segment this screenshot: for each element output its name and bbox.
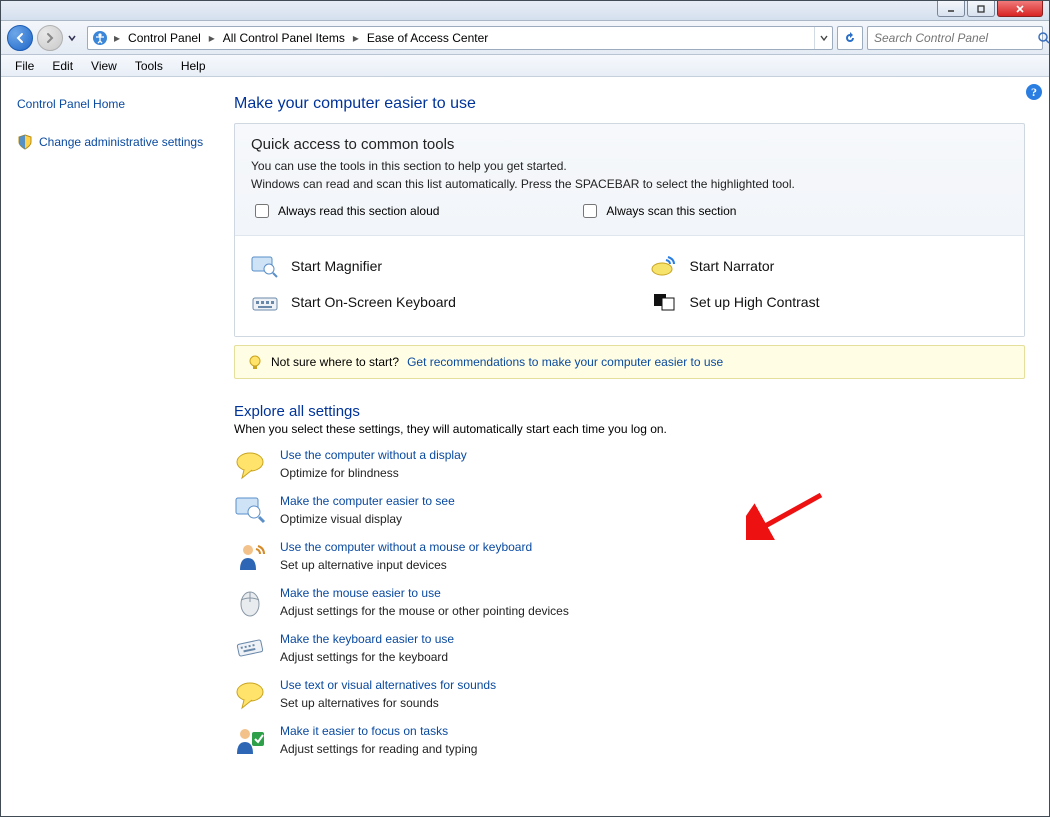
speech-bubble-icon — [234, 448, 266, 480]
person-checklist-icon — [234, 724, 266, 756]
setting-mouse-easier-desc: Adjust settings for the mouse or other p… — [280, 604, 569, 618]
setting-keyboard-easier-desc: Adjust settings for the keyboard — [280, 650, 454, 664]
help-icon[interactable]: ? — [1025, 83, 1043, 101]
menu-edit[interactable]: Edit — [44, 57, 81, 75]
close-button[interactable] — [997, 1, 1043, 17]
tool-start-osk[interactable]: Start On-Screen Keyboard — [251, 290, 610, 314]
setting-focus-tasks: Make it easier to focus on tasks Adjust … — [234, 724, 1025, 756]
setting-no-mouse-keyboard-link[interactable]: Use the computer without a mouse or keyb… — [280, 540, 532, 554]
breadcrumb-segment-0[interactable]: Control Panel — [122, 27, 207, 49]
setting-sound-alternatives: Use text or visual alternatives for soun… — [234, 678, 1025, 710]
keyboard-tilted-icon — [234, 632, 266, 664]
explore-heading: Explore all settings — [234, 403, 1025, 420]
address-dropdown-icon[interactable] — [814, 27, 832, 49]
mouse-icon — [234, 586, 266, 618]
sidebar-control-panel-home[interactable]: Control Panel Home — [17, 91, 206, 117]
setting-no-mouse-keyboard: Use the computer without a mouse or keyb… — [234, 540, 1025, 572]
control-panel-window: ▸ Control Panel ▸ All Control Panel Item… — [0, 0, 1050, 817]
setting-keyboard-easier-link[interactable]: Make the keyboard easier to use — [280, 632, 454, 646]
quick-access-heading: Quick access to common tools — [251, 136, 1008, 153]
svg-text:?: ? — [1031, 85, 1037, 99]
setting-mouse-easier-link[interactable]: Make the mouse easier to use — [280, 586, 569, 600]
quick-access-panel: Quick access to common tools You can use… — [234, 123, 1025, 337]
quick-access-line1: You can use the tools in this section to… — [251, 159, 1008, 173]
menu-file[interactable]: File — [7, 57, 42, 75]
setting-focus-tasks-desc: Adjust settings for reading and typing — [280, 742, 477, 756]
magnifier-screen-icon — [234, 494, 266, 526]
magnifier-icon — [251, 254, 279, 278]
refresh-button[interactable] — [837, 26, 863, 50]
quick-access-line2: Windows can read and scan this list auto… — [251, 177, 1008, 191]
settings-list: Use the computer without a display Optim… — [234, 448, 1025, 756]
speech-bubble-alt-icon — [234, 678, 266, 710]
narrator-icon — [650, 254, 678, 278]
tool-start-narrator[interactable]: Start Narrator — [650, 254, 1009, 278]
search-input[interactable] — [868, 31, 1037, 45]
menu-bar: File Edit View Tools Help — [1, 55, 1049, 77]
address-bar[interactable]: ▸ Control Panel ▸ All Control Panel Item… — [87, 26, 833, 50]
page-title: Make your computer easier to use — [234, 95, 1025, 113]
breadcrumb-segment-2[interactable]: Ease of Access Center — [361, 27, 494, 49]
setting-keyboard-easier: Make the keyboard easier to use Adjust s… — [234, 632, 1025, 664]
search-box[interactable] — [867, 26, 1043, 50]
menu-tools[interactable]: Tools — [127, 57, 171, 75]
chk-read-aloud-box[interactable] — [255, 204, 269, 218]
sidebar: Control Panel Home Change administrative… — [1, 77, 216, 816]
maximize-button[interactable] — [967, 1, 995, 17]
setting-easier-to-see-desc: Optimize visual display — [280, 512, 455, 526]
explore-note: When you select these settings, they wil… — [234, 422, 1025, 436]
menu-view[interactable]: View — [83, 57, 125, 75]
nav-history-dropdown-icon[interactable] — [67, 31, 77, 45]
setting-easier-to-see-link[interactable]: Make the computer easier to see — [280, 494, 455, 508]
setting-no-display-desc: Optimize for blindness — [280, 466, 467, 480]
recommendations-bar: Not sure where to start? Get recommendat… — [234, 345, 1025, 379]
sidebar-change-admin-settings[interactable]: Change administrative settings — [39, 129, 203, 155]
nav-back-button[interactable] — [7, 25, 33, 51]
menu-help[interactable]: Help — [173, 57, 214, 75]
window-titlebar — [1, 1, 1049, 21]
person-speech-icon — [234, 540, 266, 572]
setting-no-mouse-keyboard-desc: Set up alternative input devices — [280, 558, 532, 572]
search-icon[interactable] — [1037, 31, 1050, 45]
hint-link[interactable]: Get recommendations to make your compute… — [407, 355, 723, 369]
keyboard-icon — [251, 290, 279, 314]
tool-start-magnifier[interactable]: Start Magnifier — [251, 254, 610, 278]
chk-scan-box[interactable] — [583, 204, 597, 218]
setting-sound-alternatives-link[interactable]: Use text or visual alternatives for soun… — [280, 678, 496, 692]
breadcrumb-segment-1[interactable]: All Control Panel Items — [217, 27, 351, 49]
content-area: ? Make your computer easier to use Quick… — [216, 77, 1049, 816]
chk-scan[interactable]: Always scan this section — [579, 201, 736, 221]
ease-of-access-icon — [92, 30, 108, 46]
setting-no-display-link[interactable]: Use the computer without a display — [280, 448, 467, 462]
hint-lead: Not sure where to start? — [271, 355, 399, 369]
address-bar-row: ▸ Control Panel ▸ All Control Panel Item… — [1, 21, 1049, 55]
setting-sound-alternatives-desc: Set up alternatives for sounds — [280, 696, 496, 710]
setting-easier-to-see: Make the computer easier to see Optimize… — [234, 494, 1025, 526]
setting-no-display: Use the computer without a display Optim… — [234, 448, 1025, 480]
shield-icon — [17, 134, 33, 150]
chk-read-aloud[interactable]: Always read this section aloud — [251, 201, 439, 221]
lightbulb-icon — [247, 354, 263, 370]
setting-mouse-easier: Make the mouse easier to use Adjust sett… — [234, 586, 1025, 618]
minimize-button[interactable] — [937, 1, 965, 17]
setting-focus-tasks-link[interactable]: Make it easier to focus on tasks — [280, 724, 477, 738]
high-contrast-icon — [650, 290, 678, 314]
tool-high-contrast[interactable]: Set up High Contrast — [650, 290, 1009, 314]
nav-forward-button[interactable] — [37, 25, 63, 51]
